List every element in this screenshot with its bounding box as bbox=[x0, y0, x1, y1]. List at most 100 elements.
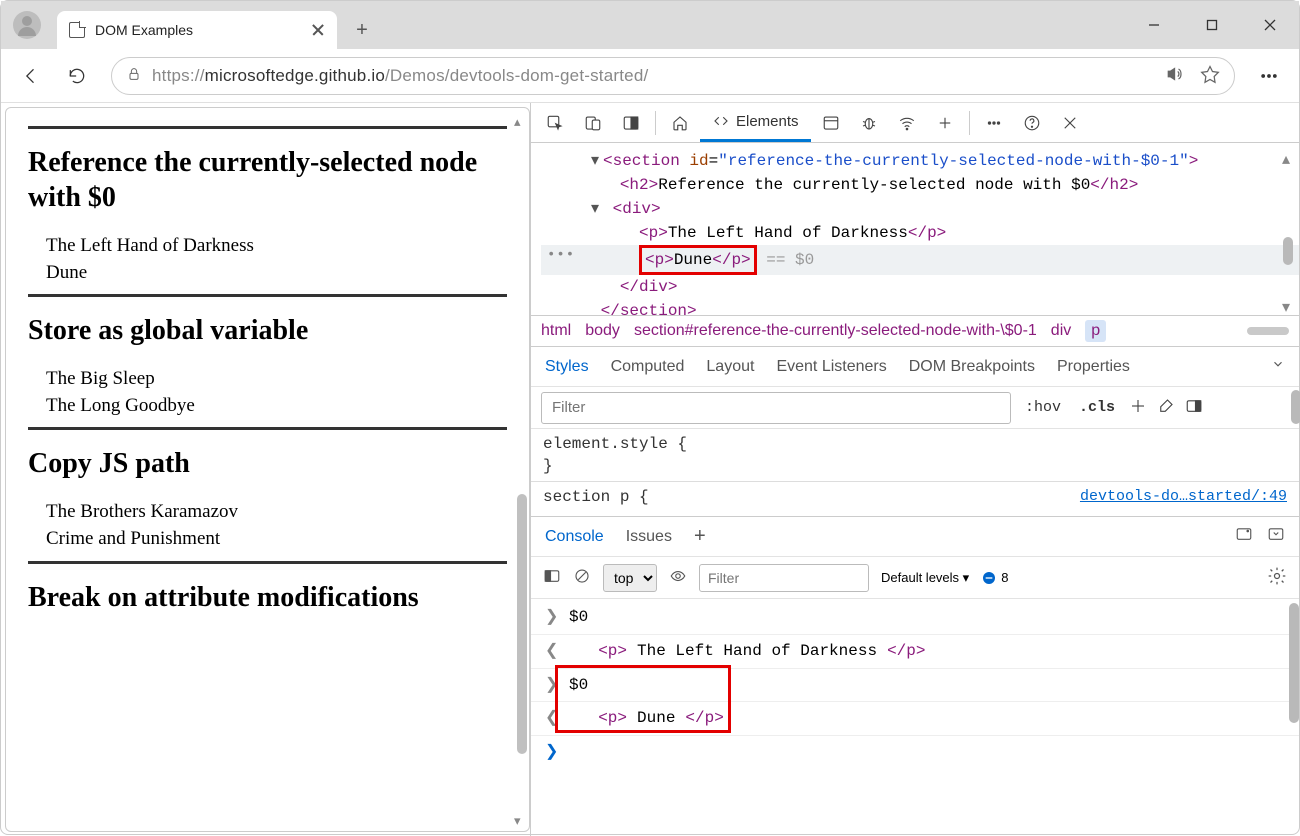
lock-icon bbox=[126, 66, 142, 85]
styles-scrollbar[interactable] bbox=[1291, 390, 1300, 424]
list-item: The Brothers Karamazov bbox=[46, 499, 507, 526]
app-icon[interactable] bbox=[813, 106, 849, 140]
log-levels[interactable]: Default levels ▾ bbox=[881, 570, 969, 586]
hov-toggle[interactable]: :hov bbox=[1021, 399, 1065, 416]
maximize-button[interactable] bbox=[1183, 1, 1241, 49]
back-button[interactable] bbox=[11, 56, 51, 96]
styles-pane[interactable]: element.style { } devtools-do…started/:4… bbox=[531, 429, 1299, 516]
scroll-down-icon[interactable]: ▾ bbox=[514, 813, 526, 825]
close-tab-icon[interactable] bbox=[311, 23, 325, 37]
gutter-dots-icon[interactable]: ••• bbox=[547, 245, 575, 266]
list-item: The Left Hand of Darkness bbox=[46, 233, 507, 260]
console-input: $0 bbox=[569, 603, 588, 632]
device-icon[interactable] bbox=[575, 106, 611, 140]
crumb[interactable]: body bbox=[585, 322, 620, 340]
crumb-scrollbar[interactable] bbox=[1247, 327, 1289, 335]
live-expr-icon[interactable] bbox=[669, 567, 687, 588]
collapse-icon[interactable] bbox=[1267, 525, 1285, 548]
list-item: The Long Goodbye bbox=[46, 393, 507, 420]
tab-title: DOM Examples bbox=[95, 22, 301, 38]
tab-label: Elements bbox=[736, 113, 799, 130]
crumb[interactable]: div bbox=[1051, 322, 1071, 340]
help-icon[interactable] bbox=[1014, 106, 1050, 140]
main-split: Reference the currently-selected node wi… bbox=[1, 103, 1299, 836]
output-caret-icon: ❮ bbox=[545, 637, 559, 666]
tab-layout[interactable]: Layout bbox=[706, 358, 754, 376]
profile-button[interactable] bbox=[7, 5, 47, 45]
inspect-icon[interactable] bbox=[537, 106, 573, 140]
section-heading: Copy JS path bbox=[28, 446, 507, 481]
add-tab-icon[interactable]: + bbox=[694, 525, 706, 548]
window-controls bbox=[1125, 1, 1299, 49]
styles-filter-row: :hov .cls bbox=[531, 387, 1299, 429]
section-heading: Store as global variable bbox=[28, 313, 507, 348]
tab-computed[interactable]: Computed bbox=[611, 358, 685, 376]
refresh-button[interactable] bbox=[57, 56, 97, 96]
tab-properties[interactable]: Properties bbox=[1057, 358, 1130, 376]
console-body[interactable]: ❯$0 ❮ <p>The Left Hand of Darkness</p> ❯… bbox=[531, 599, 1299, 836]
input-caret-icon: ❯ bbox=[545, 603, 559, 632]
sidebar-icon[interactable] bbox=[1235, 525, 1253, 548]
tab-elements[interactable]: Elements bbox=[700, 104, 811, 142]
chevron-down-icon[interactable] bbox=[1271, 357, 1285, 376]
tab-dom-breakpoints[interactable]: DOM Breakpoints bbox=[909, 358, 1035, 376]
scroll-thumb[interactable] bbox=[517, 494, 527, 754]
devtools-header: Elements bbox=[531, 103, 1299, 143]
url-text: https://microsoftedge.github.io/Demos/de… bbox=[152, 66, 648, 86]
read-aloud-icon[interactable] bbox=[1166, 64, 1186, 87]
favorite-icon[interactable] bbox=[1200, 64, 1220, 87]
dom-breadcrumbs[interactable]: html body section#reference-the-currentl… bbox=[531, 315, 1299, 347]
console-toolbar: top Default levels ▾ 8 bbox=[531, 557, 1299, 599]
bug-icon[interactable] bbox=[851, 106, 887, 140]
crumb-selected[interactable]: p bbox=[1085, 320, 1106, 342]
issues-badge[interactable]: 8 bbox=[981, 570, 1008, 586]
page-content: Reference the currently-selected node wi… bbox=[6, 108, 529, 831]
menu-button[interactable] bbox=[1249, 56, 1289, 96]
page-icon bbox=[69, 22, 85, 38]
list-item: The Big Sleep bbox=[46, 366, 507, 393]
section-heading: Reference the currently-selected node wi… bbox=[28, 145, 507, 215]
minimize-button[interactable] bbox=[1125, 1, 1183, 49]
styles-filter-input[interactable] bbox=[541, 392, 1011, 424]
tab-issues[interactable]: Issues bbox=[626, 528, 672, 546]
welcome-icon[interactable] bbox=[662, 106, 698, 140]
page-scrollbar[interactable]: ▴ ▾ bbox=[513, 114, 527, 825]
network-icon[interactable] bbox=[889, 106, 925, 140]
new-rule-icon[interactable] bbox=[1129, 397, 1147, 418]
window-titlebar: DOM Examples + bbox=[1, 1, 1299, 49]
highlight-box bbox=[555, 665, 731, 733]
overflow-icon[interactable] bbox=[976, 106, 1012, 140]
more-tabs-icon[interactable] bbox=[927, 106, 963, 140]
tab-styles[interactable]: Styles bbox=[545, 358, 589, 376]
rule-selector: section p { bbox=[543, 488, 649, 506]
crumb[interactable]: section#reference-the-currently-selected… bbox=[634, 322, 1037, 340]
scroll-up-icon[interactable]: ▴ bbox=[514, 114, 526, 126]
list-item: Crime and Punishment bbox=[46, 526, 507, 553]
close-window-button[interactable] bbox=[1241, 1, 1299, 49]
browser-tab[interactable]: DOM Examples bbox=[57, 11, 337, 49]
new-tab-button[interactable]: + bbox=[345, 13, 379, 47]
context-select[interactable]: top bbox=[603, 564, 657, 592]
console-filter-input[interactable] bbox=[699, 564, 869, 592]
tab-event-listeners[interactable]: Event Listeners bbox=[776, 358, 886, 376]
address-bar[interactable]: https://microsoftedge.github.io/Demos/de… bbox=[111, 57, 1235, 95]
settings-icon[interactable] bbox=[1267, 566, 1287, 589]
dom-tree[interactable]: ▾<section id="reference-the-currently-se… bbox=[531, 143, 1299, 315]
prompt-caret-icon[interactable]: ❯ bbox=[545, 738, 559, 767]
tree-scrollbar[interactable]: ▴ ▾ bbox=[1283, 149, 1295, 309]
close-devtools-icon[interactable] bbox=[1052, 106, 1088, 140]
selected-node[interactable]: ••• <p>Dune</p> == $0 bbox=[541, 245, 1299, 275]
page-viewport: Reference the currently-selected node wi… bbox=[5, 107, 530, 832]
panel-toggle-icon[interactable] bbox=[1185, 397, 1203, 418]
source-link[interactable]: devtools-do…started/:49 bbox=[1080, 488, 1287, 505]
list-item: Dune bbox=[46, 260, 507, 287]
rule-selector: element.style { bbox=[543, 435, 687, 453]
dock-icon[interactable] bbox=[613, 106, 649, 140]
clear-console-icon[interactable] bbox=[573, 567, 591, 588]
tab-console[interactable]: Console bbox=[545, 528, 604, 546]
toggle-sidebar-icon[interactable] bbox=[543, 567, 561, 588]
crumb[interactable]: html bbox=[541, 322, 571, 340]
brush-icon[interactable] bbox=[1157, 397, 1175, 418]
console-scrollbar[interactable] bbox=[1289, 603, 1299, 723]
cls-toggle[interactable]: .cls bbox=[1075, 399, 1119, 416]
